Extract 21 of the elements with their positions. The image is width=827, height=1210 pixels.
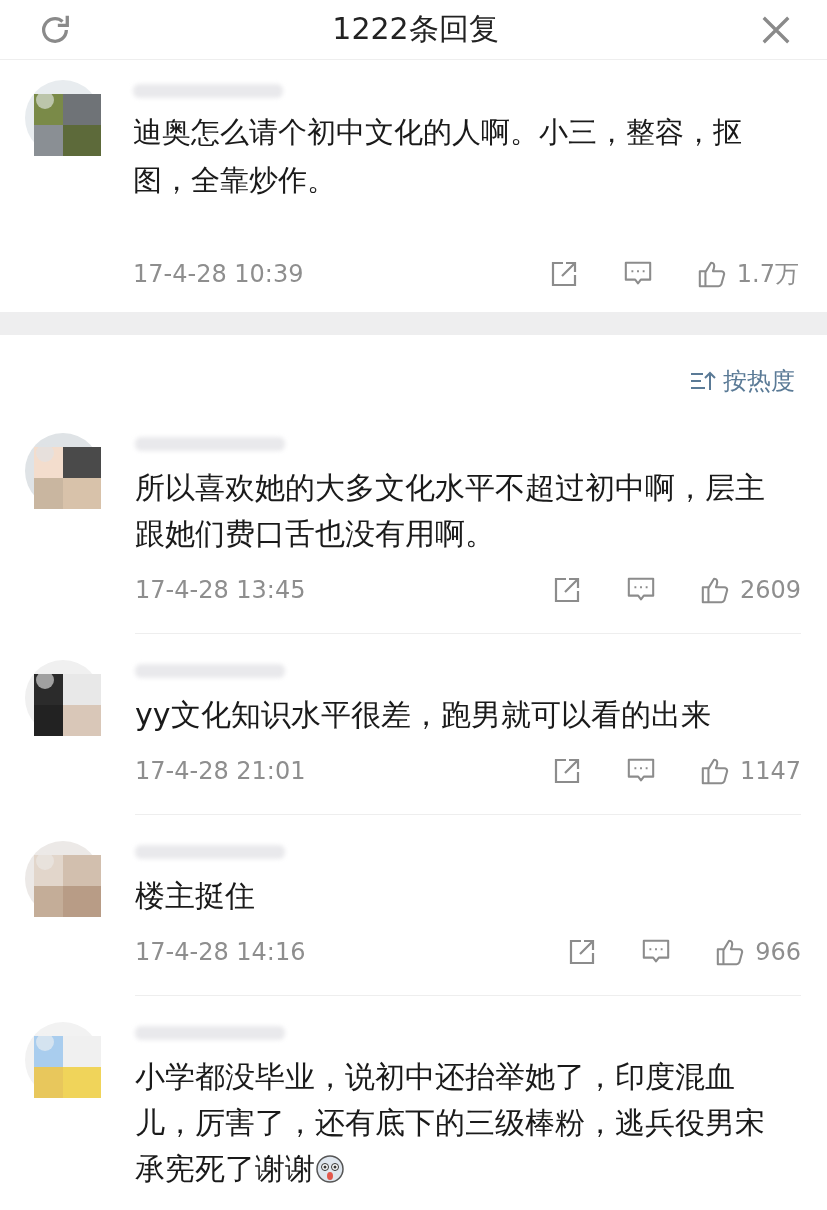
like-count: 966 xyxy=(755,938,801,966)
like-count: 1147 xyxy=(739,757,801,785)
thumbs-up-icon[interactable] xyxy=(699,575,730,605)
reply-text: 楼主挺住 xyxy=(135,877,256,915)
thumbs-up-icon[interactable] xyxy=(715,937,746,967)
like-count: 1.7万 xyxy=(736,259,799,290)
sort-button[interactable]: 按热度 xyxy=(689,365,795,397)
like-count: 2609 xyxy=(739,576,801,604)
reply-text: 所以喜欢她的大多文化水平不超过初中啊，层主跟她们费口舌也没有用啊。 xyxy=(135,469,766,553)
dog-face-icon xyxy=(315,1154,345,1184)
reply-time: 17-4-28 21:01 xyxy=(135,757,306,785)
comment-time: 17-4-28 10:39 xyxy=(133,260,304,288)
header-title: 1222条回复 xyxy=(332,10,499,48)
reply-text: yy文化知识水平很差，跑男就可以看的出来 xyxy=(135,696,712,734)
comment-text: 迪奥怎么请个初中文化的人啊。小三，整容，抠图，全靠炒作。 xyxy=(133,114,743,199)
reply-text: 小学都没毕业，说初中还抬举她了，印度混血儿，厉害了，还有底下的三级棒粉，逃兵役男宋承宪死了谢谢 xyxy=(135,1058,766,1188)
thumbs-up-icon[interactable] xyxy=(696,259,727,289)
sort-icon xyxy=(689,369,717,393)
reply-time: 17-4-28 14:16 xyxy=(135,938,306,966)
reply-time: 17-4-28 13:45 xyxy=(135,576,306,604)
thumbs-up-icon[interactable] xyxy=(699,756,730,786)
